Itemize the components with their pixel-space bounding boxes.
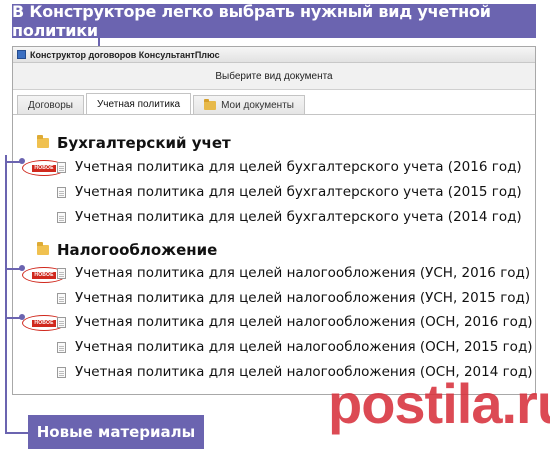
list-item-label: Учетная политика для целей бухгалтерског… xyxy=(75,184,522,200)
document-icon xyxy=(57,316,66,328)
tab-accounting-policy[interactable]: Учетная политика xyxy=(85,93,192,115)
list-item[interactable]: Учетная политика для целей бухгалтерског… xyxy=(57,209,522,225)
tab-bar: Договоры Учетная политика Мои документы xyxy=(17,93,535,115)
list-item-label: Учетная политика для целей налогообложен… xyxy=(75,290,531,306)
tab-my-documents[interactable]: Мои документы xyxy=(193,95,305,115)
list-item[interactable]: Учетная политика для целей налогообложен… xyxy=(57,265,530,281)
top-callout-text: В Конструкторе легко выбрать нужный вид … xyxy=(12,2,491,40)
top-callout: В Конструкторе легко выбрать нужный вид … xyxy=(12,2,536,40)
folder-icon xyxy=(37,135,49,148)
window-title: Конструктор договоров КонсультантПлюс xyxy=(30,49,220,60)
app-icon xyxy=(17,50,26,59)
bracket-dot xyxy=(19,265,25,271)
list-item-label: Учетная политика для целей налогообложен… xyxy=(75,314,533,330)
list-item-label: Учетная политика для целей налогообложен… xyxy=(75,265,531,281)
app-window: Конструктор договоров КонсультантПлюс Вы… xyxy=(12,46,536,395)
tab-label: Договоры xyxy=(28,100,73,111)
folder-icon xyxy=(37,242,49,255)
list-item[interactable]: Учетная политика для целей бухгалтерског… xyxy=(57,184,522,200)
list-item[interactable]: Учетная политика для целей налогообложен… xyxy=(57,290,530,306)
document-icon xyxy=(57,292,66,304)
watermark: postila.ru xyxy=(328,372,550,435)
document-icon xyxy=(57,366,66,378)
bracket-line xyxy=(5,155,7,433)
bracket-dot xyxy=(19,314,25,320)
document-icon xyxy=(57,161,66,173)
new-badge-label: НОВОЕ xyxy=(32,319,56,327)
list-item[interactable]: Учетная политика для целей налогообложен… xyxy=(57,314,533,330)
list-item-label: Учетная политика для целей налогообложен… xyxy=(75,339,533,355)
page-subheader: Выберите вид документа xyxy=(13,63,535,90)
section-title: Налогообложение xyxy=(57,241,218,259)
section-accounting[interactable]: Бухгалтерский учет xyxy=(37,134,231,152)
document-icon xyxy=(57,186,66,198)
bottom-callout-text: Новые материалы xyxy=(36,423,196,441)
section-taxation[interactable]: Налогообложение xyxy=(37,241,217,259)
document-tree: Бухгалтерский учет НОВОЕ Учетная политик… xyxy=(13,115,535,394)
list-item-label: Учетная политика для целей бухгалтерског… xyxy=(75,209,522,225)
tab-label: Учетная политика xyxy=(96,99,181,110)
tab-label: Мои документы xyxy=(221,100,294,111)
bracket-dot xyxy=(19,158,25,164)
document-icon xyxy=(57,267,66,279)
bracket-tick xyxy=(5,432,29,434)
new-badge-label: НОВОЕ xyxy=(32,164,56,172)
folder-icon xyxy=(204,99,217,110)
bottom-callout: Новые материалы xyxy=(28,415,204,449)
window-titlebar: Конструктор договоров КонсультантПлюс xyxy=(13,47,535,63)
new-badge-label: НОВОЕ xyxy=(32,271,56,279)
list-item[interactable]: Учетная политика для целей налогообложен… xyxy=(57,339,533,355)
list-item[interactable]: Учетная политика для целей бухгалтерског… xyxy=(57,159,522,175)
tab-contracts[interactable]: Договоры xyxy=(17,95,84,115)
document-icon xyxy=(57,211,66,223)
list-item-label: Учетная политика для целей бухгалтерског… xyxy=(75,159,522,175)
subheader-text: Выберите вид документа xyxy=(215,70,333,82)
document-icon xyxy=(57,341,66,353)
section-title: Бухгалтерский учет xyxy=(57,134,231,152)
